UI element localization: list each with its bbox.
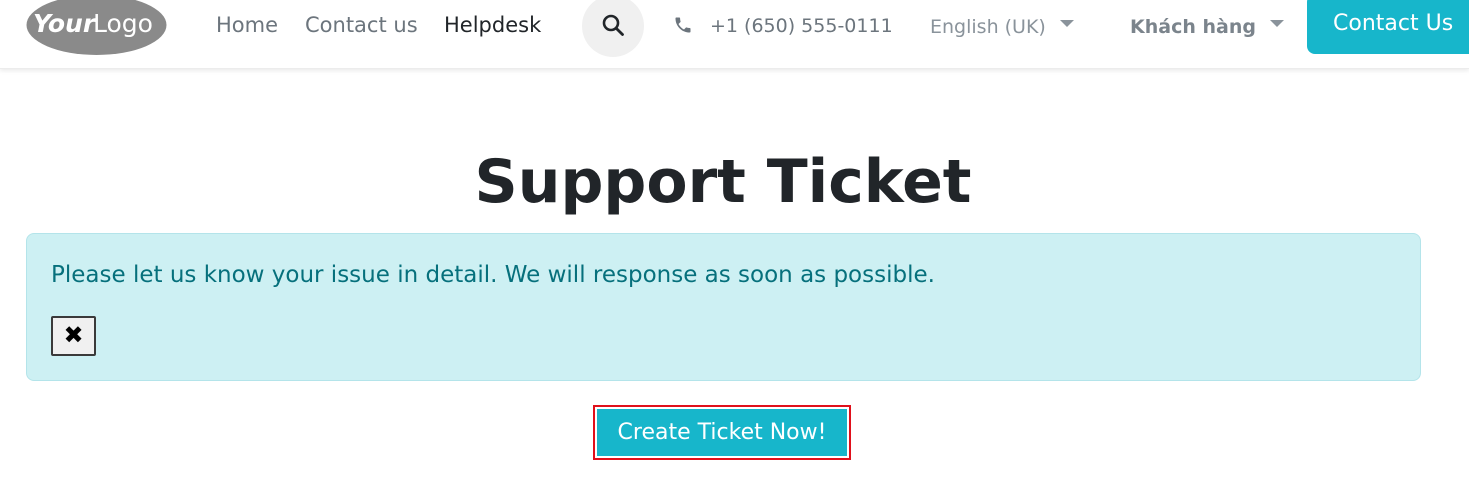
info-alert: Please let us know your issue in detail.… [26,233,1421,381]
user-name-label: Khách hàng [1130,16,1256,38]
create-ticket-label: Create Ticket Now! [597,409,847,456]
chevron-down-icon [1269,20,1284,27]
alert-message: Please let us know your issue in detail.… [51,262,935,288]
nav-home-link[interactable]: Home [216,10,278,40]
page-title: Support Ticket [474,147,972,217]
svg-text:Logo: Logo [93,9,153,38]
user-menu-dropdown[interactable]: Khách hàng [1130,13,1284,41]
contact-us-button[interactable]: Contact Us [1307,0,1469,54]
phone-number-link[interactable]: +1 (650) 555-0111 [710,12,893,40]
nav-contact-link[interactable]: Contact us [305,10,418,40]
logo-icon[interactable]: Your Logo [26,0,167,56]
create-ticket-button[interactable]: Create Ticket Now! [593,405,851,460]
search-button[interactable] [582,0,644,57]
nav-helpdesk-link[interactable]: Helpdesk [444,10,541,40]
language-label: English (UK) [930,16,1046,38]
search-icon [602,14,624,36]
language-dropdown[interactable]: English (UK) [930,13,1074,41]
svg-text:Your: Your [33,9,97,38]
chevron-down-icon [1059,20,1074,27]
close-icon[interactable]: ✖ [51,316,96,356]
header-navbar: Your Logo Home Contact us Helpdesk +1 (6… [0,0,1469,69]
phone-icon [675,17,691,33]
